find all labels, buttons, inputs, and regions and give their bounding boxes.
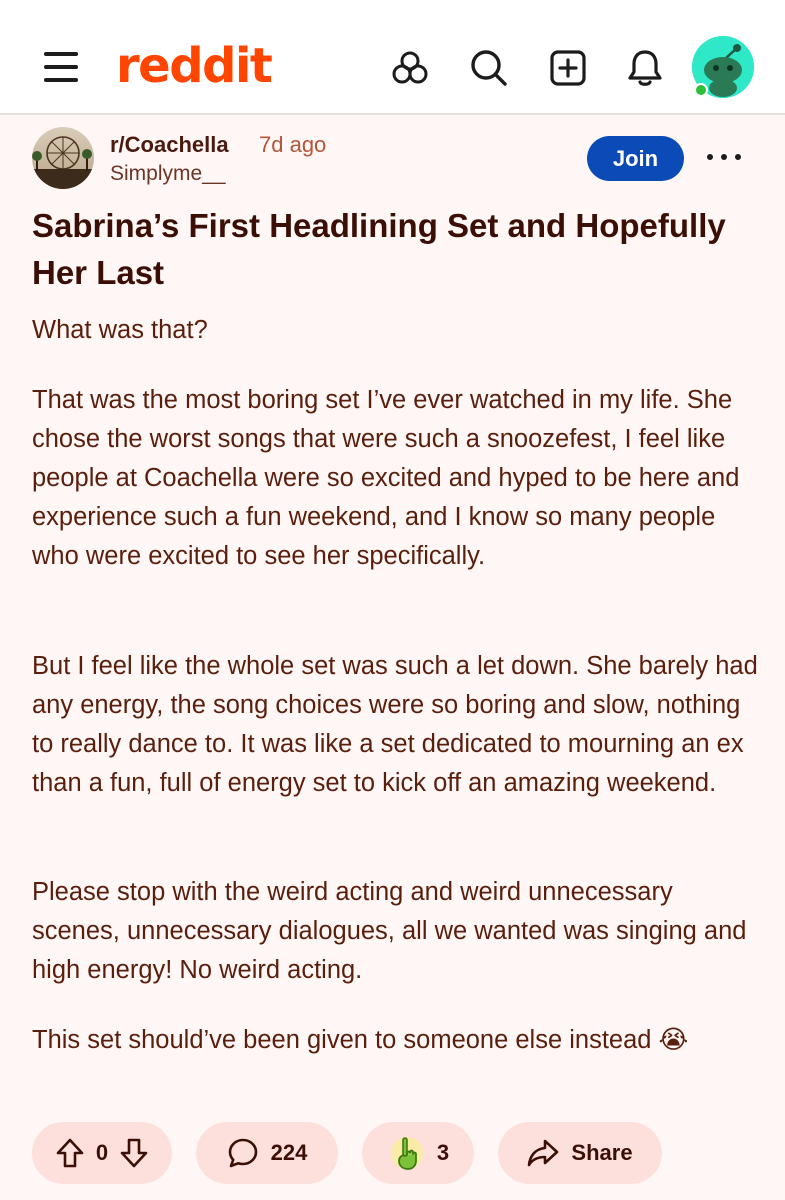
subreddit-name-link[interactable]: r/Coachella bbox=[110, 132, 229, 158]
post-paragraph-1: What was that? bbox=[32, 316, 208, 344]
post-paragraph-4: Please stop with the weird acting and we… bbox=[32, 878, 747, 984]
search-icon[interactable] bbox=[469, 48, 509, 88]
share-button[interactable]: Share bbox=[498, 1122, 662, 1184]
awards-button[interactable]: 3 bbox=[362, 1122, 474, 1184]
create-post-icon[interactable] bbox=[548, 48, 588, 88]
post-timestamp: 7d ago bbox=[259, 132, 327, 157]
author-username-link[interactable]: Simplyme__ bbox=[110, 162, 226, 186]
popular-icon[interactable] bbox=[390, 48, 430, 88]
award-count: 3 bbox=[436, 1140, 450, 1165]
post-paragraph-2: That was the most boring set I’ve ever w… bbox=[32, 386, 740, 570]
post-paragraph-5: This set should’ve been given to someone… bbox=[32, 1026, 689, 1054]
reddit-logo[interactable]: reddit bbox=[116, 42, 273, 90]
notifications-icon[interactable] bbox=[625, 48, 665, 88]
post-title[interactable]: Sabrina’s First Headlining Set and Hopef… bbox=[32, 202, 762, 296]
post-paragraph-3: But I feel like the whole set was such a… bbox=[32, 652, 758, 797]
comments-button[interactable]: 224 bbox=[196, 1122, 338, 1184]
share-label: Share bbox=[571, 1140, 633, 1165]
vote-count: 0 bbox=[95, 1140, 109, 1165]
subreddit-avatar[interactable] bbox=[32, 127, 94, 189]
online-status-indicator bbox=[694, 83, 708, 97]
award-icon bbox=[387, 1133, 427, 1173]
more-options-icon[interactable] bbox=[707, 150, 741, 164]
upvote-icon[interactable] bbox=[56, 1138, 84, 1168]
comment-icon bbox=[227, 1137, 259, 1169]
comment-count: 224 bbox=[270, 1140, 308, 1165]
menu-icon[interactable] bbox=[44, 52, 80, 84]
join-button[interactable]: Join bbox=[587, 136, 684, 181]
vote-controls: 0 bbox=[32, 1122, 172, 1184]
share-icon bbox=[527, 1138, 559, 1168]
downvote-icon[interactable] bbox=[120, 1138, 148, 1168]
top-navigation-bar: reddit bbox=[0, 0, 785, 115]
